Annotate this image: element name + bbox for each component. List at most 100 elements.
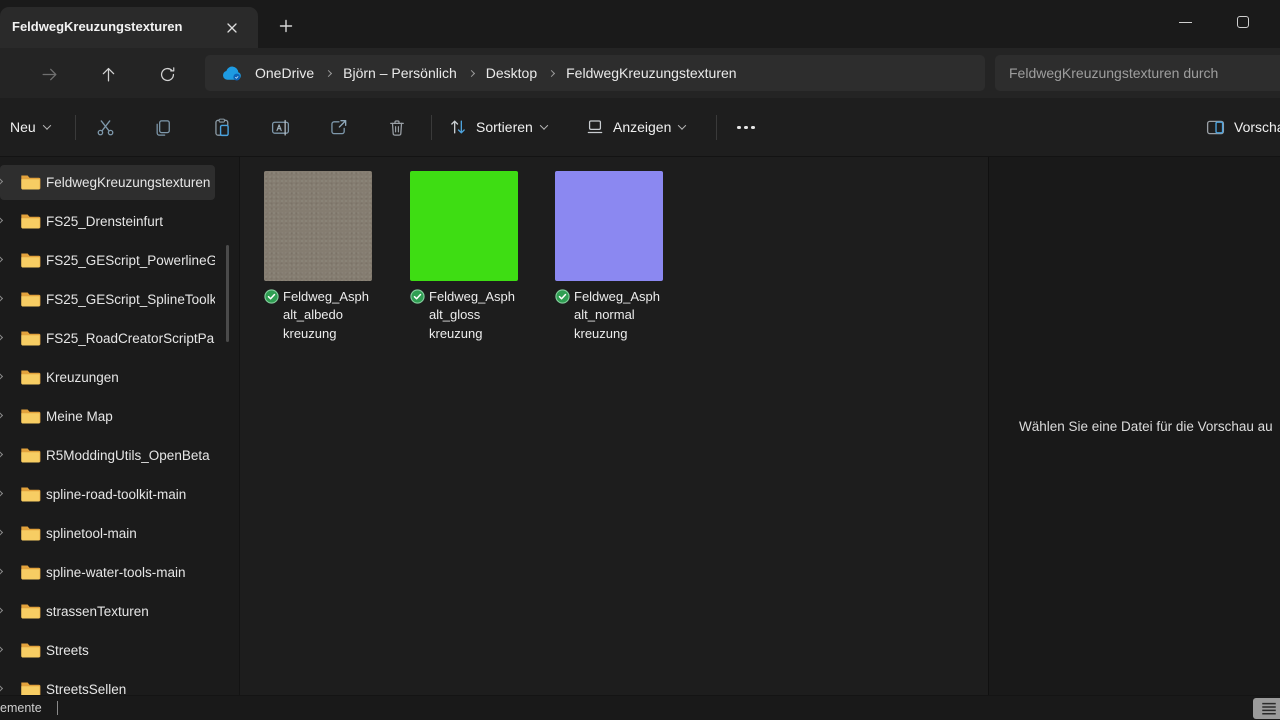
expand-chevron-icon[interactable]: [0, 568, 3, 575]
sort-icon: [448, 117, 468, 137]
file-thumbnail: [264, 171, 372, 281]
sidebar-item-spline-water-tools[interactable]: spline-water-tools-main: [0, 555, 215, 590]
status-separator: [57, 701, 58, 715]
new-tab-button[interactable]: [272, 13, 300, 39]
chevron-right-icon: [548, 69, 555, 76]
sidebar-item-meine-map[interactable]: Meine Map: [0, 399, 215, 434]
chevron-right-icon: [325, 69, 332, 76]
folder-icon: [20, 368, 41, 386]
expand-chevron-icon[interactable]: [0, 490, 3, 497]
sidebar-item-fs25-drensteinfurt[interactable]: FS25_Drensteinfurt: [0, 204, 215, 239]
view-button[interactable]: Anzeigen: [585, 98, 685, 156]
item-count-label: emente: [0, 696, 42, 720]
preview-toggle-button[interactable]: Vorschau: [1205, 98, 1280, 156]
refresh-icon: [158, 65, 177, 84]
cut-button[interactable]: [88, 111, 122, 144]
sidebar-scrollbar[interactable]: [226, 245, 229, 342]
scissors-icon: [95, 117, 116, 138]
close-icon: [226, 22, 238, 34]
minimize-icon: [1179, 22, 1192, 23]
sidebar-item-spline-road-toolkit[interactable]: spline-road-toolkit-main: [0, 477, 215, 512]
maximize-icon: [1237, 16, 1249, 28]
copy-button[interactable]: [146, 111, 180, 144]
file-thumbnail: [555, 171, 663, 281]
expand-chevron-icon[interactable]: [0, 607, 3, 614]
sidebar-item-splinetool-main[interactable]: splinetool-main: [0, 516, 215, 551]
expand-chevron-icon[interactable]: [0, 685, 3, 692]
expand-chevron-icon[interactable]: [0, 178, 3, 185]
tab-close-button[interactable]: [219, 15, 245, 40]
sidebar-item-kreuzungen[interactable]: Kreuzungen: [0, 360, 215, 395]
breadcrumb: OneDrive Björn – Persönlich Desktop Feld…: [205, 55, 985, 91]
file-feldweg-asphalt-albedo-kreuzung[interactable]: Feldweg_Asphalt_albedokreuzung: [264, 171, 380, 343]
file-feldweg-asphalt-normal-kreuzung[interactable]: Feldweg_Asphalt_normalkreuzung: [555, 171, 671, 343]
chevron-down-icon: [678, 121, 686, 129]
breadcrumb-item-profile[interactable]: Björn – Persönlich: [343, 65, 457, 81]
chevron-down-icon: [540, 121, 548, 129]
preview-placeholder-message: Wählen Sie eine Datei für die Vorschau a…: [1019, 419, 1273, 434]
forward-button[interactable]: [34, 61, 64, 87]
folder-icon: [20, 329, 41, 347]
expand-chevron-icon[interactable]: [0, 451, 3, 458]
sidebar-item-fs25-gescript-splinetoolkit[interactable]: FS25_GEScript_SplineToolk: [0, 282, 215, 317]
sidebar-item-streetssellen[interactable]: StreetsSellen: [0, 672, 215, 695]
folder-icon: [20, 602, 41, 620]
view-button-label: Anzeigen: [613, 119, 671, 135]
chevron-down-icon: [42, 121, 50, 129]
up-button[interactable]: [93, 61, 123, 87]
onedrive-synced-icon: [410, 289, 425, 304]
sidebar-item-fs25-roadcreatorscript[interactable]: FS25_RoadCreatorScriptPa: [0, 321, 215, 356]
sidebar-item-strassentexturen[interactable]: strassenTexturen: [0, 594, 215, 629]
folder-icon: [20, 563, 41, 581]
expand-chevron-icon[interactable]: [0, 529, 3, 536]
expand-chevron-icon[interactable]: [0, 412, 3, 419]
rename-button[interactable]: [263, 111, 297, 144]
share-icon: [328, 117, 349, 138]
sort-button[interactable]: Sortieren: [448, 98, 547, 156]
tab-bar: FeldwegKreuzungstexturen: [0, 0, 1280, 48]
trash-icon: [387, 118, 407, 138]
sort-button-label: Sortieren: [476, 119, 533, 135]
file-list-area[interactable]: Feldweg_Asphalt_albedokreuzung Feldweg_A…: [239, 157, 988, 695]
breadcrumb-item-current-folder[interactable]: FeldwegKreuzungstexturen: [566, 65, 736, 81]
maximize-button[interactable]: [1220, 0, 1266, 44]
navigation-sidebar: FeldwegKreuzungstexturen FS25_Drensteinf…: [0, 157, 239, 695]
file-explorer-window: FeldwegKreuzungstexturen OneDriv: [0, 0, 1280, 720]
expand-chevron-icon[interactable]: [0, 373, 3, 380]
navigation-bar: OneDrive Björn – Persönlich Desktop Feld…: [0, 48, 1280, 98]
tab-active[interactable]: FeldwegKreuzungstexturen: [0, 7, 258, 48]
arrow-up-icon: [99, 65, 118, 84]
delete-button[interactable]: [380, 111, 414, 144]
tab-title: FeldwegKreuzungstexturen: [12, 7, 182, 47]
refresh-button[interactable]: [152, 61, 182, 87]
folder-icon: [20, 524, 41, 542]
folder-icon: [20, 251, 41, 269]
minimize-button[interactable]: [1162, 0, 1208, 44]
preview-pane: Wählen Sie eine Datei für die Vorschau a…: [988, 157, 1280, 695]
copy-icon: [153, 118, 173, 138]
new-button[interactable]: Neu: [10, 98, 50, 156]
expand-chevron-icon[interactable]: [0, 295, 3, 302]
explorer-body: FeldwegKreuzungstexturen FS25_Drensteinf…: [0, 157, 1280, 695]
expand-chevron-icon[interactable]: [0, 334, 3, 341]
details-view-button[interactable]: [1253, 698, 1280, 719]
sidebar-item-feldwegkreuzungstexturen[interactable]: FeldwegKreuzungstexturen: [0, 165, 215, 200]
more-options-button[interactable]: [729, 111, 763, 144]
expand-chevron-icon[interactable]: [0, 646, 3, 653]
breadcrumb-item-onedrive[interactable]: OneDrive: [255, 65, 314, 81]
sidebar-item-r5moddingutils[interactable]: R5ModdingUtils_OpenBeta: [0, 438, 215, 473]
file-name: Feldweg_Asphalt_albedokreuzung: [283, 288, 369, 343]
breadcrumb-item-desktop[interactable]: Desktop: [486, 65, 537, 81]
expand-chevron-icon[interactable]: [0, 217, 3, 224]
sidebar-item-fs25-gescript-powerline[interactable]: FS25_GEScript_PowerlineG: [0, 243, 215, 278]
sidebar-item-streets[interactable]: Streets: [0, 633, 215, 668]
share-button[interactable]: [321, 111, 355, 144]
search-input[interactable]: [995, 55, 1280, 91]
preview-pane-icon: [1205, 117, 1226, 138]
folder-icon: [20, 173, 41, 191]
folder-icon: [20, 446, 41, 464]
file-feldweg-asphalt-gloss-kreuzung[interactable]: Feldweg_Asphalt_glosskreuzung: [410, 171, 526, 343]
paste-button[interactable]: [205, 111, 239, 144]
folder-icon: [20, 407, 41, 425]
expand-chevron-icon[interactable]: [0, 256, 3, 263]
